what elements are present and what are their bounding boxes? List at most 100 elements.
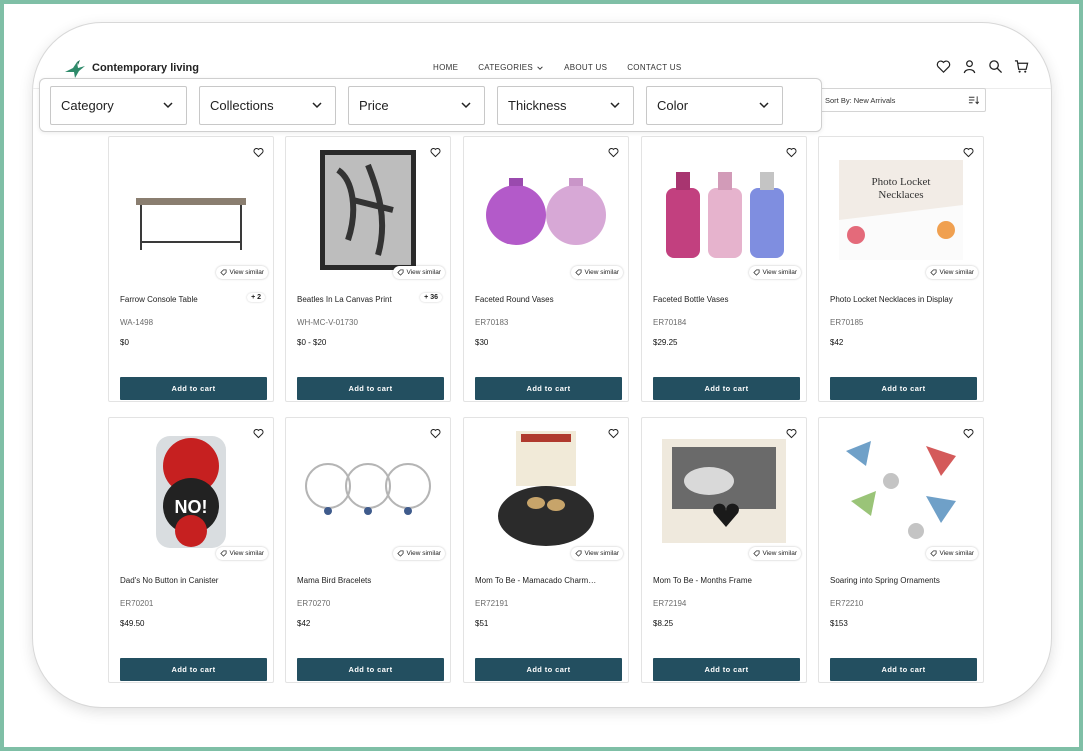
filter-bar: Category Collections Price Thickness Col… [39,78,822,132]
bottle-vases-image[interactable] [647,142,801,278]
nav-about-label: ABOUT US [564,63,608,72]
add-to-cart-button[interactable]: Add to cart [653,377,800,400]
add-to-cart-button[interactable]: Add to cart [830,658,977,681]
filter-thickness[interactable]: Thickness [497,85,634,125]
product-card[interactable]: View similar Soaring into Spring Ornamen… [818,417,984,683]
wishlist-heart-icon[interactable] [960,425,976,441]
product-name[interactable]: Photo Locket Necklaces in Display [830,295,955,304]
product-name[interactable]: Mom To Be - Months Frame [653,576,778,585]
console-table-image[interactable] [114,142,268,278]
add-to-cart-button[interactable]: Add to cart [297,658,444,681]
product-card[interactable]: NO! View similar Dad's No Button in Cani… [108,417,274,683]
product-card[interactable]: Photo Locket Necklaces View similar Photo… [818,136,984,402]
cart-icon[interactable] [1014,59,1029,74]
product-sku: ER72191 [475,599,509,608]
add-to-cart-button[interactable]: Add to cart [653,658,800,681]
product-card[interactable]: View similar Mom To Be - Months Frame ER… [641,417,807,683]
product-name[interactable]: Farrow Console Table [120,295,245,304]
nav-contact-us[interactable]: CONTACT US [627,63,681,72]
view-similar-button[interactable]: View similar [216,547,268,560]
view-similar-button[interactable]: View similar [216,266,268,279]
locket-display-image[interactable]: Photo Locket Necklaces [824,142,978,278]
wishlist-heart-icon[interactable] [250,144,266,160]
view-similar-button[interactable]: View similar [926,266,978,279]
product-name[interactable]: Mom To Be - Mamacado Charms i... [475,576,600,585]
bracelets-image[interactable] [291,423,445,559]
product-name[interactable]: Mama Bird Bracelets [297,576,422,585]
sort-icon [968,96,979,105]
variant-count-badge[interactable]: + 36 [420,293,442,302]
product-price: $49.50 [120,619,145,628]
hummingbird-logo-icon[interactable] [63,58,87,80]
nav-contact-label: CONTACT US [627,63,682,72]
heart-icon[interactable] [936,59,951,74]
mamacado-basket-image[interactable] [469,423,623,559]
filter-category[interactable]: Category [50,85,187,125]
product-name[interactable]: Soaring into Spring Ornaments [830,576,955,585]
view-similar-button[interactable]: View similar [571,547,623,560]
add-to-cart-button[interactable]: Add to cart [120,377,267,400]
wishlist-heart-icon[interactable] [427,425,443,441]
sort-dropdown[interactable]: Sort By: New Arrivals [818,88,986,112]
device-frame: Contemporary living HOME CATEGORIES ABOU… [32,22,1052,708]
product-sku: ER70201 [120,599,154,608]
view-similar-label: View similar [584,269,619,276]
product-card[interactable]: View similar Mama Bird Bracelets ER70270… [285,417,451,683]
filter-label: Price [359,97,389,113]
nav-home[interactable]: HOME [433,63,458,72]
tag-icon [753,269,760,276]
months-frame-image[interactable] [647,423,801,559]
product-name[interactable]: Beatles In La Canvas Print [297,295,422,304]
user-icon[interactable] [962,59,977,74]
product-name[interactable]: Faceted Round Vases [475,295,600,304]
view-similar-button[interactable]: View similar [393,547,445,560]
product-card[interactable]: View similar Mom To Be - Mamacado Charms… [463,417,629,683]
ornaments-image[interactable] [824,423,978,559]
wishlist-heart-icon[interactable] [427,144,443,160]
filter-color[interactable]: Color [646,85,783,125]
add-to-cart-button[interactable]: Add to cart [830,377,977,400]
view-similar-button[interactable]: View similar [749,547,801,560]
product-card[interactable]: View similar Beatles In La Canvas Print … [279,136,451,412]
variant-count-badge[interactable]: + 2 [247,293,265,302]
add-to-cart-button[interactable]: Add to cart [120,658,267,681]
search-icon[interactable] [988,59,1003,74]
view-similar-label: View similar [762,269,797,276]
tag-icon [930,550,937,557]
product-card[interactable]: View similar Farrow Console Table WA-149… [102,136,274,412]
wishlist-heart-icon[interactable] [783,425,799,441]
tag-icon [575,550,582,557]
filter-collections[interactable]: Collections [199,85,336,125]
add-to-cart-button[interactable]: Add to cart [475,377,622,400]
round-vases-image[interactable] [469,142,623,278]
add-to-cart-button[interactable]: Add to cart [297,377,444,400]
filter-price[interactable]: Price [348,85,485,125]
brand-name[interactable]: Contemporary living [92,62,199,74]
view-similar-button[interactable]: View similar [393,266,445,279]
product-name[interactable]: Dad's No Button in Canister [120,576,245,585]
wishlist-heart-icon[interactable] [605,144,621,160]
product-card[interactable]: View similar Faceted Bottle Vases ER7018… [641,136,807,402]
view-similar-button[interactable]: View similar [571,266,623,279]
filter-label: Category [61,97,114,113]
product-sku: ER72194 [653,599,687,608]
wishlist-heart-icon[interactable] [960,144,976,160]
product-sku: ER70183 [475,318,509,327]
product-card[interactable]: View similar Faceted Round Vases ER70183… [463,136,629,402]
wishlist-heart-icon[interactable] [605,425,621,441]
sort-label: Sort By: New Arrivals [825,95,896,105]
no-button-canister-image[interactable]: NO! [114,423,268,559]
wishlist-heart-icon[interactable] [250,425,266,441]
product-name[interactable]: Faceted Bottle Vases [653,295,778,304]
add-to-cart-button[interactable]: Add to cart [475,658,622,681]
wishlist-heart-icon[interactable] [783,144,799,160]
product-sku: ER72210 [830,599,864,608]
view-similar-button[interactable]: View similar [926,547,978,560]
product-price: $153 [830,619,848,628]
nav-categories-label: CATEGORIES [478,63,534,72]
photo-print-image[interactable] [291,142,445,278]
product-image [498,431,594,546]
nav-categories[interactable]: CATEGORIES [478,63,544,72]
view-similar-button[interactable]: View similar [749,266,801,279]
nav-about-us[interactable]: ABOUT US [564,63,607,72]
